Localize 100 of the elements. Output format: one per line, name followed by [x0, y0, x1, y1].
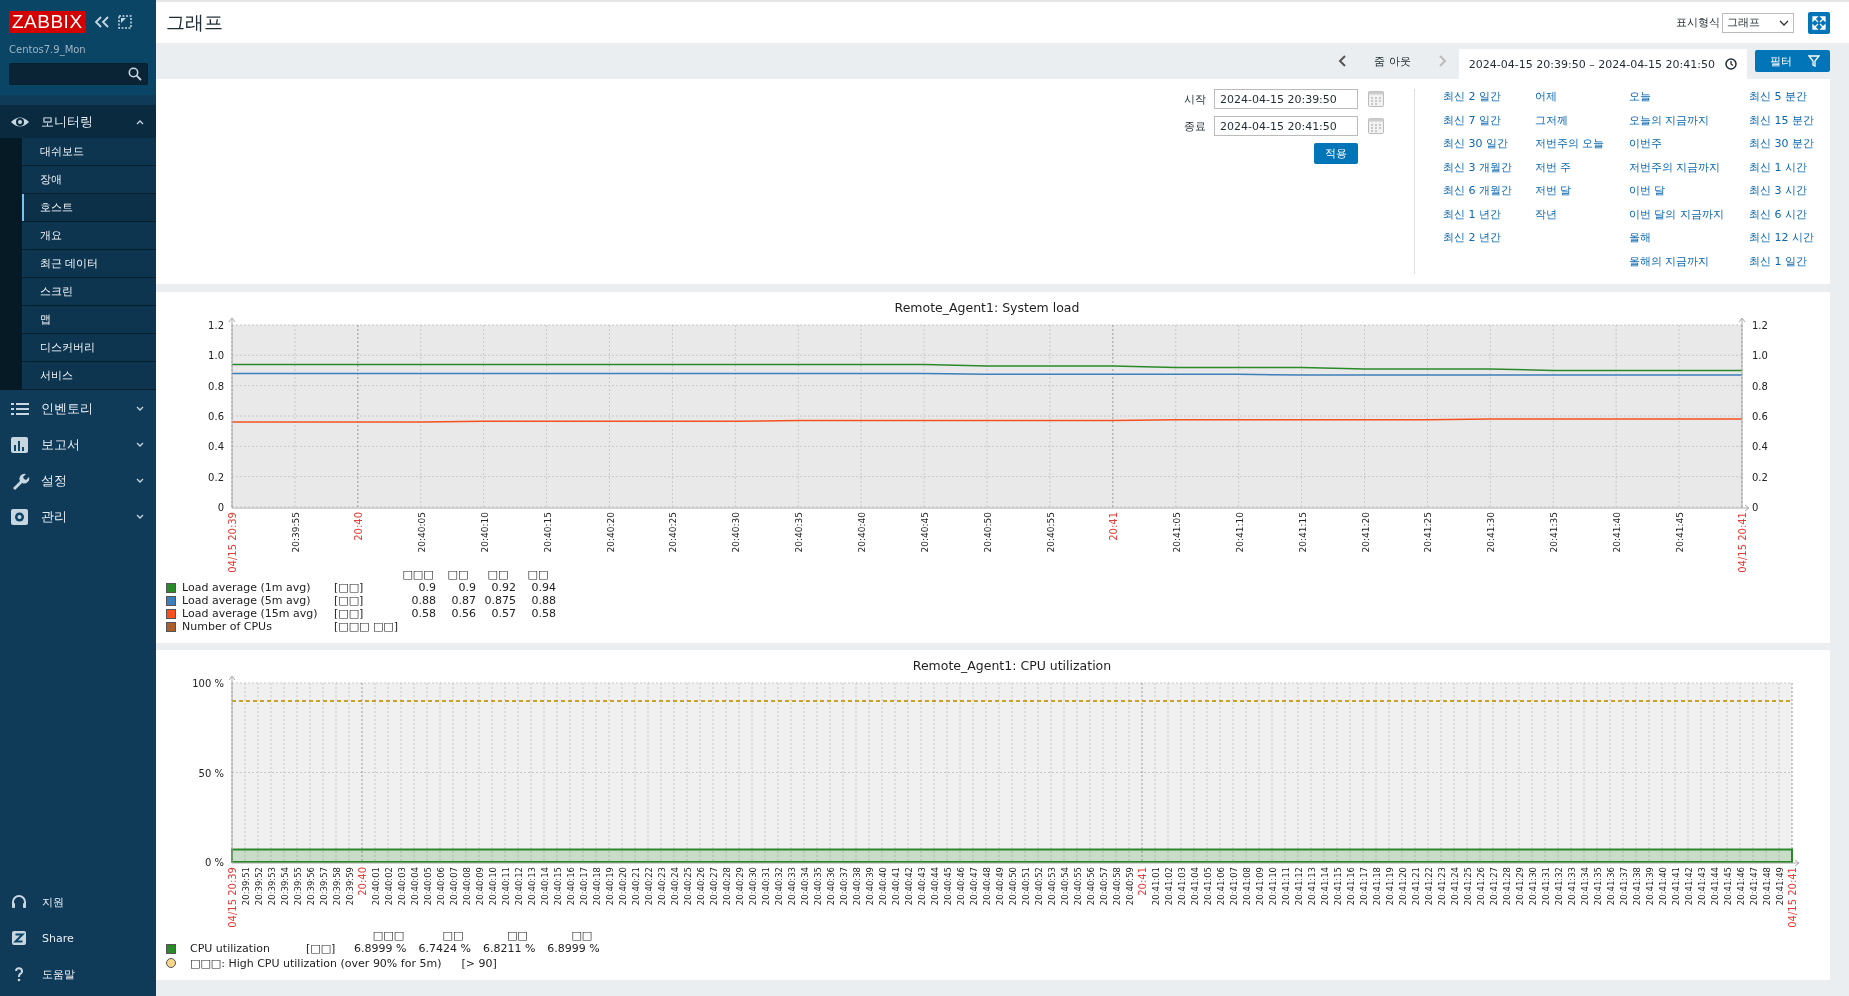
axis-tick-label: 20:40:53: [1047, 867, 1057, 906]
axis-tick-label: 20:41:45: [1675, 512, 1686, 553]
quick-range-link[interactable]: 어제: [1535, 89, 1629, 105]
legend-value: 6.8211 %: [482, 942, 536, 955]
legend-value: 0.92: [490, 581, 516, 594]
quick-range-link[interactable]: 최신 2 년간: [1443, 230, 1535, 246]
date-field[interactable]: 2024-04-15 20:39:50: [1214, 89, 1358, 109]
menu-item[interactable]: 스크린: [22, 278, 156, 306]
menu-item[interactable]: 디스커버리: [22, 334, 156, 362]
quick-range-link[interactable]: 저번 달: [1535, 183, 1629, 199]
axis-tick-label: 20:40:07: [449, 867, 459, 906]
date-field[interactable]: 2024-04-15 20:41:50: [1214, 116, 1358, 136]
axis-tick-label: 04/15 20:39: [227, 512, 238, 573]
quick-range-link[interactable]: 최신 3 개월간: [1443, 159, 1535, 176]
quick-range-link[interactable]: 작년: [1535, 206, 1629, 223]
axis-tick-label: 20:40: [357, 867, 368, 896]
quick-range-link[interactable]: 이번 달: [1629, 183, 1749, 199]
axis-tick-label: 20:41:26: [1476, 867, 1486, 906]
legend-label: Load average (1m avg): [182, 581, 312, 594]
quick-range-link[interactable]: 이번 달의 지금까지: [1629, 206, 1749, 223]
zoom-out-button[interactable]: 줌 아웃: [1358, 53, 1427, 69]
legend-value: 0.9: [417, 581, 436, 594]
legend-value: 0.94: [530, 581, 556, 594]
quick-range-link[interactable]: 최신 6 시간: [1749, 206, 1811, 223]
axis-tick-label: 20:40:25: [683, 867, 693, 906]
quick-range-link[interactable]: 최신 6 개월간: [1443, 183, 1535, 199]
menu-item[interactable]: 개요: [22, 222, 156, 250]
filter-tab[interactable]: 필터: [1755, 50, 1830, 72]
axis-tick-label: 0.2: [1752, 471, 1768, 483]
search-icon: [128, 67, 142, 81]
axis-tick-label: 20:40:24: [670, 867, 680, 906]
time-range-tab[interactable]: 2024-04-15 20:39:50 – 2024-04-15 20:41:50: [1458, 49, 1747, 79]
legend-label: CPU utilization: [190, 942, 271, 955]
quick-range-link[interactable]: 최신 1 일간: [1749, 253, 1811, 270]
axis-tick-label: 0.8: [1752, 380, 1768, 392]
quick-range-link[interactable]: 최신 30 일간: [1443, 136, 1535, 152]
footer-link[interactable]: Share: [0, 920, 156, 956]
menu-section[interactable]: 모니터링: [0, 105, 156, 138]
axis-tick-label: 20:40:28: [722, 867, 732, 906]
axis-tick-label: 20:40:51: [1021, 867, 1031, 906]
legend-value: 6.8999 %: [354, 942, 407, 955]
axis-tick-label: 20:40:54: [1060, 867, 1070, 906]
axis-tick-label: 20:39:57: [319, 867, 329, 906]
axis-tick-label: 20:41:08: [1242, 867, 1252, 906]
axis-tick-label: 20:41:41: [1671, 867, 1681, 906]
menu-item[interactable]: 대쉬보드: [22, 138, 156, 166]
axis-tick-label: 20:39:54: [280, 867, 290, 906]
quick-range-link[interactable]: 저번주의 지금까지: [1629, 159, 1749, 176]
zabbix-logo[interactable]: ZABBIX: [9, 11, 86, 33]
axis-tick-label: 20:41:25: [1463, 867, 1473, 906]
bar-chart-icon: [10, 436, 30, 454]
chevron-left-icon: [1338, 55, 1347, 67]
menu-item[interactable]: 장애: [22, 166, 156, 194]
legend-label: Load average (5m avg): [182, 594, 312, 607]
chart-title: Remote_Agent1: CPU utilization: [912, 658, 1112, 673]
view-as-select[interactable]: 그래프: [1722, 12, 1794, 33]
axis-tick-label: 1.2: [1752, 320, 1768, 331]
axis-tick-label: 04/15 20:41: [1737, 512, 1748, 573]
quick-range-link[interactable]: 저번 주: [1535, 159, 1629, 176]
axis-tick-label: 0.2: [208, 471, 224, 483]
legend-value: 0.9: [457, 581, 476, 594]
axis-tick-label: 20:41:32: [1554, 867, 1564, 906]
axis-tick-label: 20:41:37: [1619, 867, 1629, 906]
page-title: 그래프: [166, 9, 223, 35]
axis-tick-label: 20:40:35: [794, 512, 805, 553]
axis-tick-label: 20:40:10: [488, 867, 498, 906]
quick-range-link[interactable]: 오늘의 지금까지: [1629, 112, 1749, 129]
menu-item[interactable]: 서비스: [22, 362, 156, 390]
quick-range-link[interactable]: 이번주: [1629, 136, 1749, 152]
quick-range-link[interactable]: 그저께: [1535, 112, 1629, 129]
quick-range-link[interactable]: 최신 7 일간: [1443, 112, 1535, 129]
quick-range-link[interactable]: 최신 5 분간: [1749, 89, 1811, 105]
quick-range-link[interactable]: 최신 3 시간: [1749, 183, 1811, 199]
axis-tick-label: 20:40:06: [436, 867, 446, 906]
quick-range-link[interactable]: 오늘: [1629, 89, 1749, 105]
quick-range-link[interactable]: 올해의 지금까지: [1629, 253, 1749, 270]
apply-button[interactable]: 적용: [1314, 143, 1358, 164]
axis-tick-label: 20:40:40: [857, 512, 868, 553]
axis-tick-label: 20:41:33: [1567, 867, 1577, 906]
legend-value: 0.57: [490, 607, 516, 620]
legend-unit: [□□]: [334, 581, 365, 594]
axis-tick-label: 20:41:42: [1684, 867, 1694, 906]
quick-range-link[interactable]: 최신 1 년간: [1443, 206, 1535, 223]
axis-tick-label: 20:41:04: [1190, 867, 1200, 906]
quick-range-link[interactable]: 최신 2 일간: [1443, 89, 1535, 105]
quick-range-link[interactable]: 저번주의 오늘: [1535, 136, 1629, 152]
footer-link[interactable]: 도움말: [0, 956, 156, 992]
footer-link[interactable]: 지원: [0, 884, 156, 920]
menu-item[interactable]: 최근 데이터: [22, 250, 156, 278]
quick-range-link[interactable]: 최신 1 시간: [1749, 159, 1811, 176]
legend-header: □□: [446, 568, 470, 581]
legend-value: 0.87: [450, 594, 476, 607]
fullscreen-button[interactable]: [1808, 11, 1830, 34]
axis-tick-label: 20:41:46: [1736, 867, 1746, 906]
menu-item[interactable]: 맵: [22, 306, 156, 334]
axis-tick-label: 20:40:37: [839, 867, 849, 906]
quick-range-link[interactable]: 올해: [1629, 230, 1749, 246]
menu-item[interactable]: 호스트: [22, 194, 156, 222]
axis-tick-label: 0.4: [1752, 441, 1768, 453]
search-field[interactable]: [9, 63, 148, 85]
